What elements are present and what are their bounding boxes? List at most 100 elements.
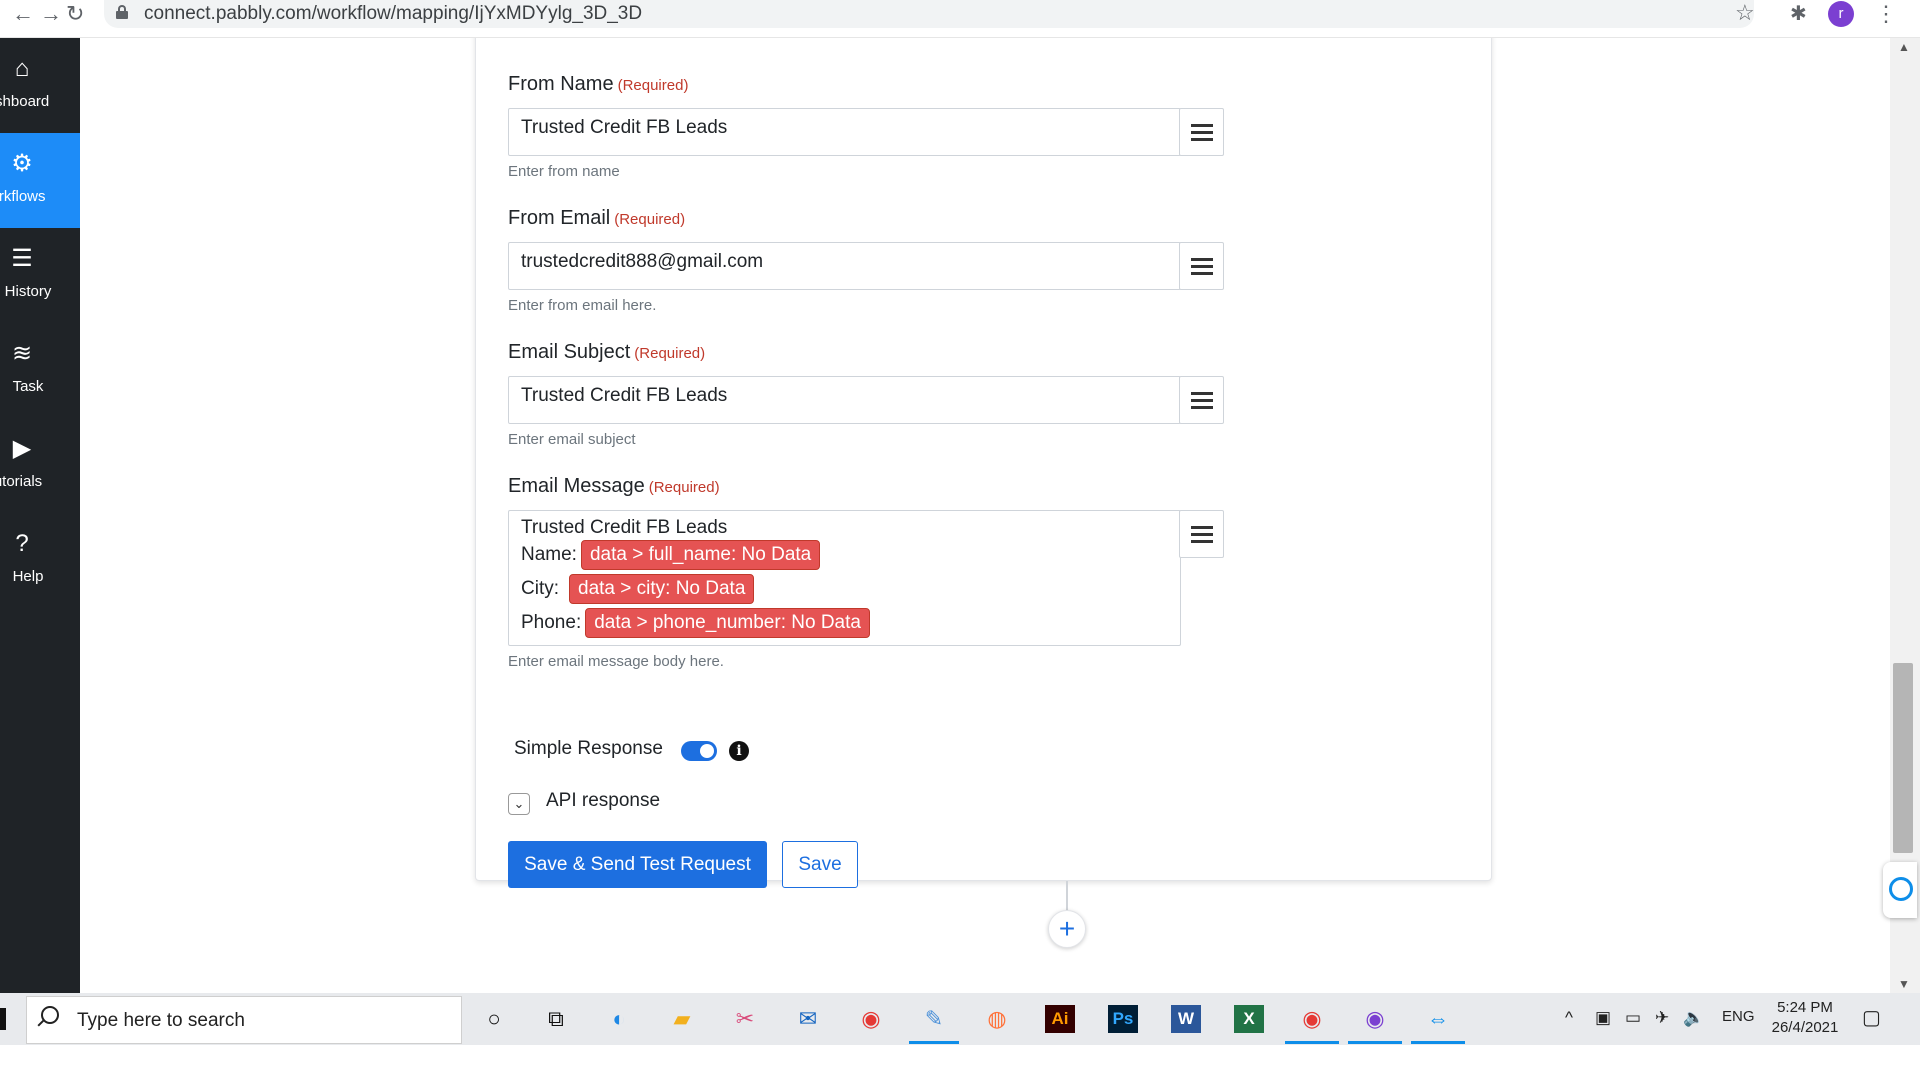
line-prefix: Name: xyxy=(521,544,577,565)
email-message-label: Email Message (Required) xyxy=(508,475,720,497)
active-app-indicator xyxy=(1348,1041,1402,1044)
cortana-icon[interactable]: ○ xyxy=(479,1005,509,1033)
mapped-field-token[interactable]: data > phone_number: No Data xyxy=(585,608,870,638)
message-title-line: Trusted Credit FB Leads xyxy=(521,517,728,538)
paint-icon[interactable]: ✎ xyxy=(919,1005,949,1033)
api-response-label[interactable]: API response xyxy=(546,790,660,812)
api-response-expand-icon[interactable]: ⌄ xyxy=(508,793,530,815)
clock-date: 26/4/2021 xyxy=(1771,1019,1839,1036)
edge-icon[interactable]: ◐ xyxy=(604,1005,634,1033)
hamburger-icon xyxy=(1191,258,1213,275)
language-indicator[interactable]: ENG xyxy=(1722,1008,1755,1025)
chrome-icon[interactable]: ◉ xyxy=(856,1005,886,1033)
address-bar[interactable]: connect.pabbly.com/workflow/mapping/IjYx… xyxy=(104,0,1754,28)
scroll-up-icon[interactable]: ▲ xyxy=(1898,40,1910,54)
hamburger-icon xyxy=(1191,526,1213,543)
from-email-input[interactable]: trustedcredit888@gmail.com xyxy=(508,242,1181,290)
mapped-field-token[interactable]: data > full_name: No Data xyxy=(580,540,821,570)
required-marker: (Required) xyxy=(634,345,706,362)
chrome-profile-s-icon[interactable]: ◉ xyxy=(1297,1005,1327,1033)
list-icon: ☰ xyxy=(11,245,33,272)
from-name-map-button[interactable] xyxy=(1179,108,1224,156)
from-name-label: From Name (Required) xyxy=(508,73,689,95)
file-explorer-icon[interactable]: ▰ xyxy=(667,1005,697,1033)
page-scrollbar[interactable]: ▲ ▼ xyxy=(1890,38,1920,993)
sidebar-item-label: History xyxy=(4,283,52,300)
email-subject-map-button[interactable] xyxy=(1179,376,1224,424)
line-prefix: City: xyxy=(521,578,559,599)
url-text[interactable]: connect.pabbly.com/workflow/mapping/IjYx… xyxy=(144,3,642,25)
info-icon[interactable]: i xyxy=(729,741,749,761)
from-email-label: From Email (Required) xyxy=(508,207,686,229)
home-icon: ⌂ xyxy=(14,55,30,82)
main-content: From Name (Required) Trusted Credit FB Le… xyxy=(80,38,1890,993)
teamviewer-icon[interactable]: ⇔ xyxy=(1423,1005,1453,1033)
excel-icon[interactable]: X xyxy=(1234,1005,1264,1033)
sidebar-item-help[interactable]: ? Help xyxy=(0,513,80,608)
system-clock[interactable]: 5:24 PM 26/4/2021 xyxy=(1770,998,1840,1038)
sidebar-item-task[interactable]: ≋ Task xyxy=(0,323,80,418)
from-name-input[interactable]: Trusted Credit FB Leads xyxy=(508,108,1181,156)
from-email-hint: Enter from email here. xyxy=(508,297,657,314)
from-email-map-button[interactable] xyxy=(1179,242,1224,290)
save-send-test-button[interactable]: Save & Send Test Request xyxy=(508,841,767,888)
notifications-icon[interactable]: ▢ xyxy=(1862,1005,1881,1030)
chrome-profile-r-icon[interactable]: ◉ xyxy=(1360,1005,1390,1033)
airplane-mode-icon[interactable]: ✈ xyxy=(1655,1008,1669,1028)
word-icon[interactable]: W xyxy=(1171,1005,1201,1033)
profile-avatar[interactable]: r xyxy=(1828,1,1854,27)
sidebar-item-dashboard[interactable]: ⌂ ashboard xyxy=(0,38,80,133)
battery-icon[interactable]: ▭ xyxy=(1625,1008,1641,1028)
email-message-hint: Enter email message body here. xyxy=(508,653,724,670)
bookmark-star-icon[interactable]: ☆ xyxy=(1735,0,1755,26)
firefox-icon[interactable]: ◍ xyxy=(982,1005,1012,1033)
workflow-icon: ⚙ xyxy=(11,150,33,177)
windows-taskbar: Type here to search ○ ⧉ ◐ ▰ ✂ ✉ ◉ ✎ ◍ Ai… xyxy=(0,993,1920,1045)
extensions-icon[interactable]: ✱ xyxy=(1790,1,1807,26)
clock-time: 5:24 PM xyxy=(1777,999,1833,1016)
below-taskbar-area xyxy=(0,1045,1920,1080)
email-message-map-button[interactable] xyxy=(1179,510,1224,558)
teamviewer-float-icon[interactable] xyxy=(1883,862,1917,918)
illustrator-icon[interactable]: Ai xyxy=(1045,1005,1075,1033)
active-app-indicator xyxy=(909,1041,959,1044)
email-message-input[interactable]: Trusted Credit FB Leads Name: data > full… xyxy=(508,510,1181,646)
sidebar-item-tutorials[interactable]: ▶ utorials xyxy=(0,418,80,513)
sidebar-item-label: Task xyxy=(12,378,44,395)
save-button[interactable]: Save xyxy=(782,841,858,888)
active-app-indicator xyxy=(1285,1041,1339,1044)
mail-icon[interactable]: ✉ xyxy=(793,1005,823,1033)
sidebar-item-workflows[interactable]: ⚙ orkflows xyxy=(0,133,80,228)
reload-icon[interactable]: ↻ xyxy=(66,3,84,25)
simple-response-toggle[interactable] xyxy=(681,741,717,761)
play-icon: ▶ xyxy=(12,435,32,462)
back-icon[interactable]: ← xyxy=(12,3,34,25)
toggle-knob xyxy=(700,744,714,758)
task-view-icon[interactable]: ⧉ xyxy=(541,1005,571,1033)
lock-icon xyxy=(116,5,128,19)
sidebar-item-label: utorials xyxy=(0,473,43,490)
scroll-down-icon[interactable]: ▼ xyxy=(1898,977,1910,991)
scroll-thumb[interactable] xyxy=(1893,663,1913,853)
photoshop-icon[interactable]: Ps xyxy=(1108,1005,1138,1033)
volume-icon[interactable]: 🔈 xyxy=(1683,1008,1704,1028)
taskbar-search[interactable]: Type here to search xyxy=(26,996,462,1044)
snip-tool-icon[interactable]: ✂ xyxy=(730,1005,760,1033)
browser-menu-icon[interactable]: ⋮ xyxy=(1875,1,1897,27)
sidebar-item-history[interactable]: ☰ History xyxy=(0,228,80,323)
mapped-field-token[interactable]: data > city: No Data xyxy=(569,574,755,604)
browser-toolbar: ← → ↻ connect.pabbly.com/workflow/mappin… xyxy=(0,0,1920,38)
database-icon: ≋ xyxy=(11,340,33,367)
line-prefix: Phone: xyxy=(521,612,582,633)
required-marker: (Required) xyxy=(648,479,720,496)
start-button[interactable] xyxy=(0,1008,6,1030)
meet-now-icon[interactable]: ▣ xyxy=(1595,1008,1611,1028)
add-step-button[interactable]: + xyxy=(1048,910,1086,948)
step-connector xyxy=(1066,881,1068,911)
tray-overflow-icon[interactable]: ^ xyxy=(1565,1008,1573,1028)
action-config-card: From Name (Required) Trusted Credit FB Le… xyxy=(475,38,1492,888)
message-line-name: Name: data > full_name: No Data xyxy=(521,540,821,570)
forward-icon[interactable]: → xyxy=(40,3,62,25)
email-subject-input[interactable]: Trusted Credit FB Leads xyxy=(508,376,1181,424)
help-icon: ? xyxy=(15,530,29,557)
